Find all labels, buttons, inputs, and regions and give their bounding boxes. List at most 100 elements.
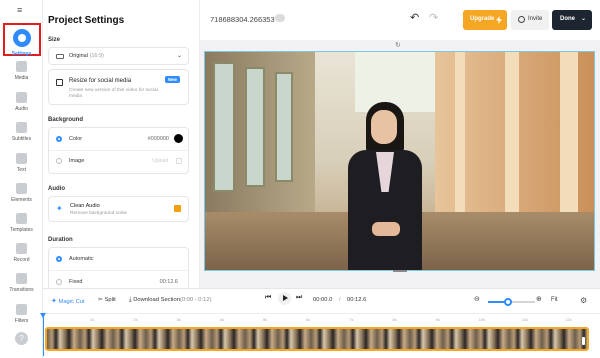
- video-preview[interactable]: [204, 51, 595, 271]
- ruler-tick: 10s: [478, 317, 486, 322]
- fit-button[interactable]: Fit: [551, 297, 558, 303]
- download-section-label: Download Section: [133, 297, 180, 303]
- clean-audio-description: Remove background noise: [70, 211, 128, 216]
- size-select-ratio: (16:9): [89, 53, 104, 59]
- zoom-out-icon[interactable]: ⊖: [474, 295, 480, 303]
- fixed-duration-value[interactable]: 00:12.6: [160, 279, 178, 285]
- project-settings-panel: Project Settings Size Original (16:9) ⌄ …: [43, 0, 200, 288]
- resize-description: Create new version of this video for soc…: [69, 88, 158, 99]
- resize-handle[interactable]: [393, 270, 407, 272]
- new-badge: New: [164, 76, 180, 83]
- rail-item-filters-label: Filters: [14, 318, 29, 324]
- color-radio[interactable]: [56, 136, 62, 142]
- download-icon: ⤓: [129, 297, 132, 303]
- upload-icon: [176, 158, 182, 164]
- done-button[interactable]: Done ⌄: [552, 10, 592, 30]
- ruler-tick: 6s: [306, 317, 311, 322]
- hands: [372, 222, 400, 236]
- top-bar: 718688304.266353 ↶ ↷ Upgrade Invite Done…: [200, 0, 600, 40]
- panel-title: Project Settings: [48, 15, 125, 26]
- magic-cut-label: Magic Cut: [58, 299, 85, 305]
- rail-item-text-label: Text: [16, 167, 27, 173]
- record-icon: [16, 243, 27, 254]
- plus-icon: [16, 61, 27, 72]
- ruler-tick: 11s: [521, 317, 529, 322]
- hamburger-menu-icon[interactable]: ≡: [17, 6, 22, 15]
- rail-item-text[interactable]: Text: [0, 153, 43, 173]
- rail-item-media[interactable]: Media: [0, 61, 43, 81]
- rail-item-templates[interactable]: Templates: [0, 213, 43, 233]
- background-card: Color #000000 Image Upload: [48, 127, 189, 174]
- split-button[interactable]: ✂ Split: [98, 297, 116, 303]
- duration-section-label: Duration: [48, 237, 73, 243]
- total-time: 00:12.6: [347, 297, 367, 303]
- size-section-label: Size: [48, 37, 61, 43]
- filters-icon: [16, 304, 27, 315]
- rail-item-audio-label: Audio: [15, 106, 28, 112]
- rail-item-filters[interactable]: Filters: [0, 304, 43, 324]
- ruler-tick: 4s: [219, 317, 224, 322]
- cloud-save-icon: [275, 14, 285, 22]
- clean-audio-card[interactable]: ✦ Clean Audio Remove background noise: [48, 196, 189, 222]
- magic-icon: ✦: [51, 298, 57, 305]
- color-label: Color: [69, 136, 83, 142]
- gear-icon[interactable]: ⚙: [580, 296, 587, 305]
- rail-item-record[interactable]: Record: [0, 243, 43, 263]
- presenter: [338, 102, 433, 270]
- lightning-icon: [496, 16, 502, 24]
- rail-item-subtitles[interactable]: Subtitles: [0, 122, 43, 142]
- skip-back-icon[interactable]: ⏮: [265, 294, 271, 302]
- color-swatch[interactable]: [174, 134, 183, 143]
- time-separator: /: [339, 297, 341, 303]
- undo-icon[interactable]: ↶: [410, 11, 419, 24]
- zoom-slider-knob[interactable]: [503, 298, 512, 306]
- size-select[interactable]: Original (16:9) ⌄: [48, 47, 189, 65]
- download-section-button[interactable]: ⤓ Download Section(0:00 - 0:12): [129, 297, 212, 304]
- upload-button[interactable]: Upload: [152, 158, 168, 164]
- invite-label: Invite: [528, 16, 543, 22]
- resize-social-card[interactable]: Resize for social media Create new versi…: [48, 69, 189, 105]
- rail-item-audio[interactable]: Audio: [0, 92, 43, 112]
- ruler-tick: 12s: [565, 317, 572, 322]
- fixed-radio[interactable]: [56, 279, 62, 285]
- invite-button[interactable]: Invite: [511, 10, 549, 30]
- project-name[interactable]: 718688304.266353: [210, 15, 275, 24]
- color-hex-value[interactable]: #000000: [148, 136, 169, 142]
- chevron-down-icon: ⌄: [176, 53, 182, 59]
- automatic-radio[interactable]: [56, 256, 62, 262]
- image-radio[interactable]: [56, 158, 62, 164]
- clip-trim-handle[interactable]: [582, 337, 585, 345]
- monitor-icon: [56, 54, 64, 59]
- video-track-clip[interactable]: [45, 327, 589, 351]
- ruler-tick: 2s: [133, 317, 138, 322]
- automatic-label: Automatic: [69, 256, 94, 262]
- fixed-label: Fixed: [69, 279, 83, 285]
- upgrade-button[interactable]: Upgrade: [463, 10, 507, 30]
- text-icon: [16, 153, 27, 164]
- skip-forward-icon[interactable]: ⏭: [296, 294, 302, 302]
- playhead[interactable]: [40, 313, 46, 356]
- zoom-slider[interactable]: [488, 298, 535, 306]
- help-icon[interactable]: ?: [15, 332, 28, 345]
- ruler-tick: 8s: [392, 317, 397, 322]
- window: [275, 72, 293, 182]
- timeline-ruler: 1s 2s 3s 4s 5s 6s 7s 8s 9s 10s 11s 12s: [43, 313, 600, 323]
- magic-cut-button[interactable]: ✦ Magic Cut: [51, 297, 85, 305]
- redo-icon[interactable]: ↷: [429, 11, 438, 24]
- sparkle-icon: ✦: [56, 204, 63, 213]
- play-button[interactable]: [278, 292, 291, 305]
- rotate-handle-icon[interactable]: ↻: [395, 41, 401, 49]
- rail-item-elements-label: Elements: [11, 197, 32, 203]
- zoom-in-icon[interactable]: ⊕: [536, 295, 542, 303]
- rail-item-settings-label: Settings: [11, 51, 32, 57]
- canvas-area: ↻: [200, 40, 600, 288]
- rail-item-templates-label: Templates: [10, 227, 33, 233]
- settings-icon: [12, 29, 31, 47]
- done-label: Done: [560, 16, 575, 22]
- rail-item-settings[interactable]: Settings: [0, 29, 43, 57]
- scissors-icon: ✂: [98, 297, 103, 303]
- rail-item-transitions[interactable]: Transitions: [0, 273, 43, 293]
- elements-icon: [16, 183, 27, 194]
- rail-item-elements[interactable]: Elements: [0, 183, 43, 203]
- rail-item-media-label: Media: [14, 75, 29, 81]
